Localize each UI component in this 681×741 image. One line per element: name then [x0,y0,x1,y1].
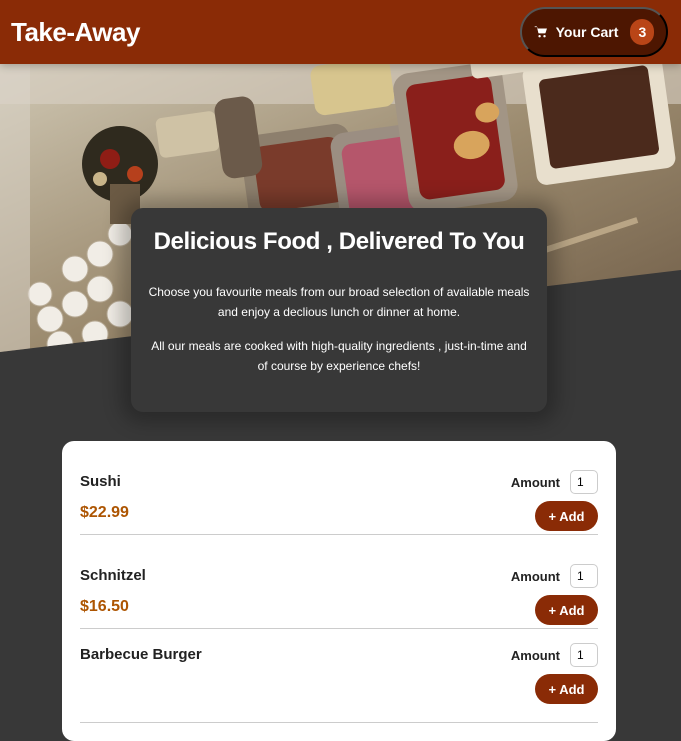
meal-name: Sushi [80,473,121,490]
shopping-cart-icon [534,25,548,39]
cart-count-badge: 3 [630,19,655,45]
summary-paragraph-1: Choose you favourite meals from our broa… [148,285,530,319]
meal-price: $16.50 [80,598,129,615]
brand-title: Take-Away [11,16,140,47]
your-cart-button[interactable]: Your Cart 3 [520,7,668,57]
amount-input[interactable] [570,470,598,494]
meal-price: $22.99 [80,504,129,521]
add-to-cart-button[interactable]: + Add [535,674,598,704]
cart-label: Your Cart [555,24,619,40]
add-to-cart-button[interactable]: + Add [535,595,598,625]
app-header: Take-Away Your Cart 3 [0,0,681,64]
meal-item: Barbecue Burger Amount + Add [80,629,598,723]
meal-item: Sushi $22.99 Amount + Add [80,441,598,535]
summary-card: Delicious Food , Delivered To You Choose… [131,208,547,412]
meal-item: Schnitzel $16.50 Amount + Add [80,535,598,629]
amount-input[interactable] [570,564,598,588]
summary-paragraph-2: All our meals are cooked with high-quali… [151,339,527,373]
meal-name: Schnitzel [80,567,146,584]
amount-label: Amount [510,474,560,490]
available-meals-list: Sushi $22.99 Amount + Add Schnitzel $16.… [62,441,616,741]
amount-input[interactable] [570,643,598,667]
meal-name: Barbecue Burger [80,646,202,663]
amount-label: Amount [510,647,560,663]
amount-label: Amount [510,568,560,584]
summary-title: Delicious Food , Delivered To You [153,228,525,255]
add-to-cart-button[interactable]: + Add [535,501,598,531]
